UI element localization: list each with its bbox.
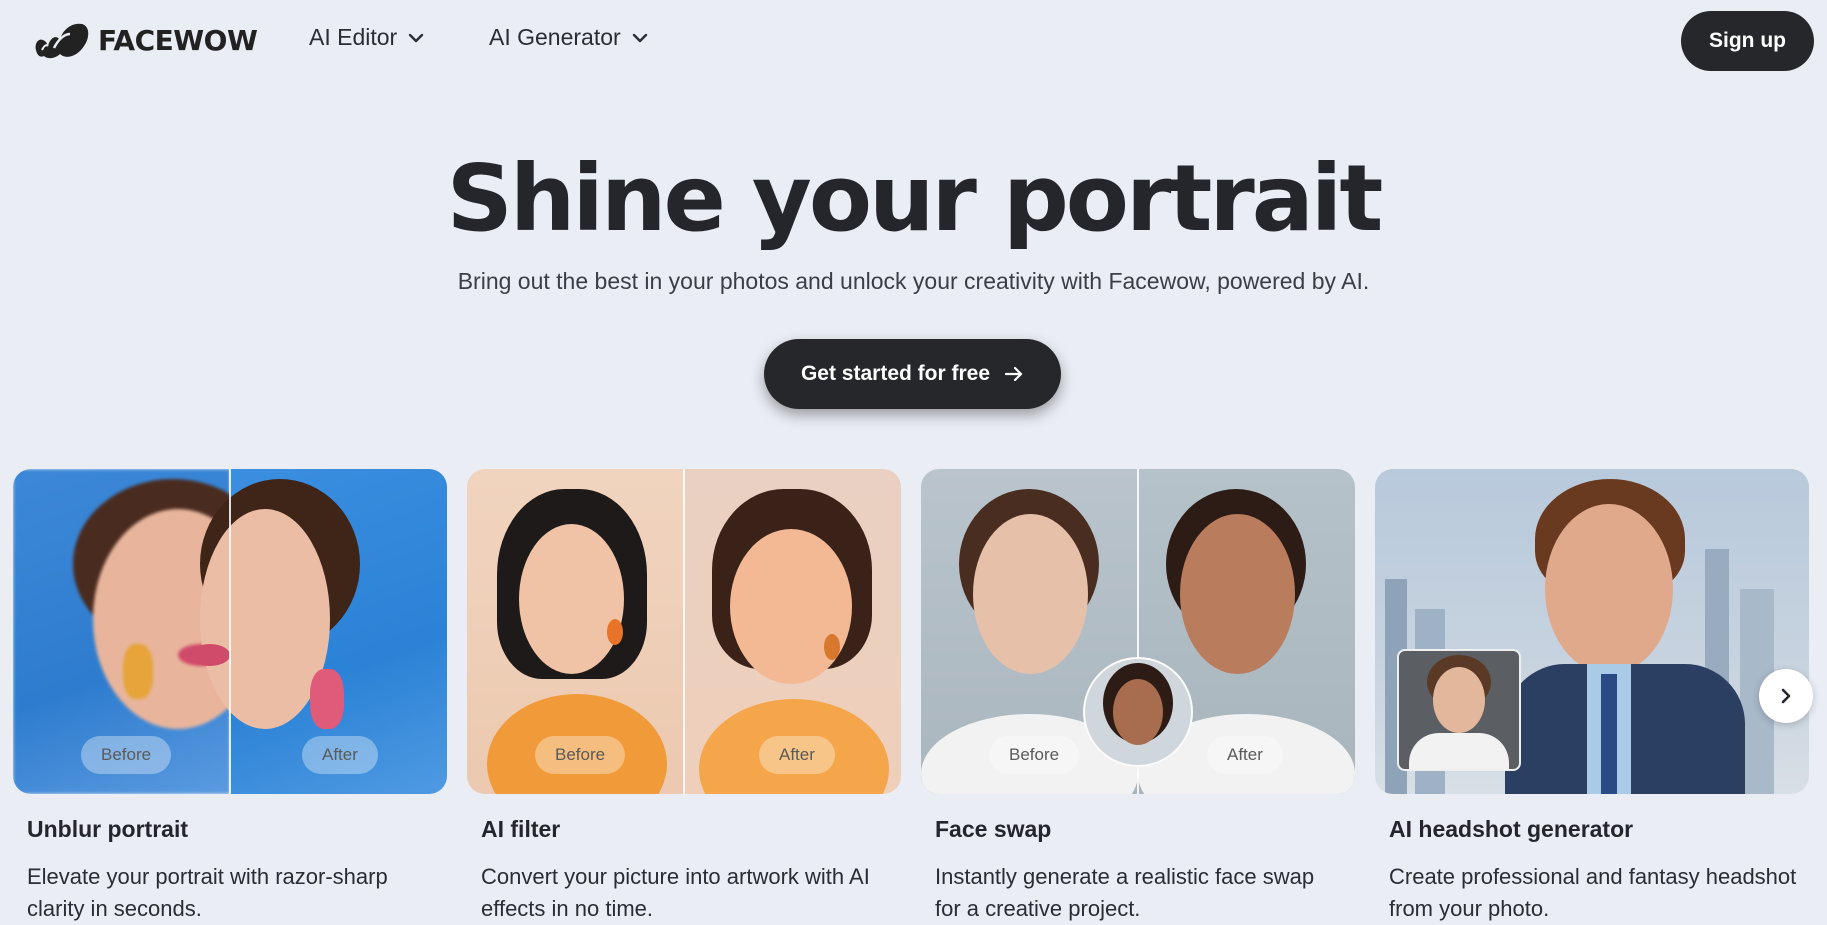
menu-ai-editor-label: AI Editor	[309, 24, 398, 50]
source-face-thumbnail	[1083, 657, 1193, 767]
ai-filter-preview-image: Before After	[467, 469, 901, 794]
menu-ai-generator-label: AI Generator	[489, 24, 621, 50]
before-label: Before	[989, 736, 1080, 774]
after-label: After	[1207, 736, 1283, 774]
arrow-right-icon	[1004, 366, 1023, 382]
carousel-next-button[interactable]	[1759, 669, 1813, 723]
chevron-down-icon	[632, 33, 647, 42]
brand-name: FACEWOW	[98, 23, 258, 57]
brand-logo[interactable]: FACEWOW	[32, 20, 258, 60]
feature-card-unblur[interactable]: Before After Unblur portrait Elevate you…	[13, 469, 447, 925]
signup-button[interactable]: Sign up	[1681, 11, 1814, 71]
facewow-logo-icon	[35, 23, 89, 59]
card-title: Unblur portrait	[27, 816, 188, 842]
after-label: After	[759, 736, 835, 774]
menu-ai-generator[interactable]: AI Generator	[489, 24, 649, 51]
feature-card-face-swap[interactable]: Before After Face swap Instantly generat…	[921, 469, 1355, 925]
card-description: Convert your picture into artwork with A…	[481, 864, 870, 921]
chevron-down-icon	[409, 33, 424, 42]
card-description: Create professional and fantasy headshot…	[1389, 864, 1797, 921]
feature-card-ai-filter[interactable]: Before After AI filter Convert your pict…	[467, 469, 901, 925]
chevron-right-icon	[1781, 688, 1791, 704]
menu-ai-editor[interactable]: AI Editor	[309, 24, 425, 51]
feature-card-ai-headshot[interactable]: AI headshot generator Create professiona…	[1375, 469, 1809, 925]
card-title: AI filter	[481, 816, 561, 842]
get-started-button[interactable]: Get started for free	[764, 339, 1061, 409]
top-nav: FACEWOW AI Editor AI Generator Sign up	[0, 0, 1827, 82]
hero-title: Shine your portrait	[446, 145, 1384, 252]
before-label: Before	[535, 736, 626, 774]
hero-subtitle: Bring out the best in your photos and un…	[457, 268, 1370, 294]
ai-headshot-preview-image	[1375, 469, 1809, 794]
source-photo-thumbnail	[1397, 649, 1521, 771]
get-started-label: Get started for free	[800, 362, 991, 385]
card-title: Face swap	[935, 816, 1052, 842]
card-description: Instantly generate a realistic face swap…	[935, 864, 1315, 921]
card-title: AI headshot generator	[1389, 816, 1634, 842]
face-swap-preview-image: Before After	[921, 469, 1355, 794]
unblur-preview-image: Before After	[13, 469, 447, 794]
before-label: Before	[81, 736, 172, 774]
after-label: After	[302, 736, 378, 774]
card-description: Elevate your portrait with razor-sharp c…	[27, 864, 388, 921]
